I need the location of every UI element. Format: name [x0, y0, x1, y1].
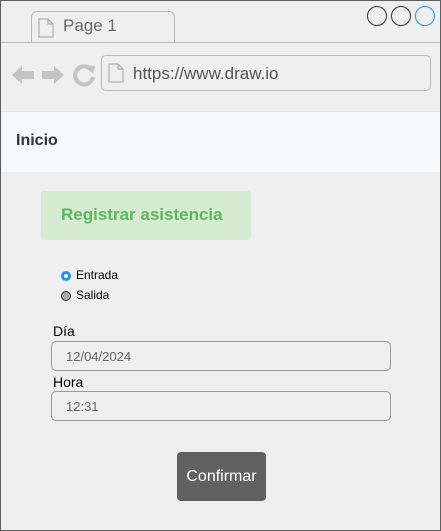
tab-title: Page 1 [63, 16, 117, 35]
document-icon [38, 18, 54, 38]
time-value: 12:31 [66, 399, 99, 414]
radio-label-salida: Salida [76, 288, 110, 302]
section-title: Registrar asistencia [61, 205, 223, 224]
day-label: Día [53, 323, 75, 339]
day-value: 12/04/2024 [66, 349, 132, 364]
radio-label-entrada: Entrada [76, 268, 119, 282]
time-field[interactable]: 12:31 [51, 391, 391, 421]
browser-tab[interactable]: Page 1 [31, 11, 175, 42]
section-banner: Registrar asistencia [41, 191, 251, 240]
browser-tab-strip: Page 1 [1, 1, 440, 43]
page-title: Inicio [16, 132, 58, 149]
radio-entrada[interactable] [61, 271, 71, 281]
document-icon [108, 63, 124, 83]
confirm-button[interactable]: Confirmar [177, 452, 266, 501]
window-control-button[interactable] [415, 6, 435, 26]
back-arrow-icon[interactable] [11, 63, 35, 87]
url-text: https://www.draw.io [133, 64, 279, 83]
window-control-button[interactable] [391, 6, 411, 26]
app-frame: Page 1 https://www.draw.io Inicio Regist… [0, 0, 441, 531]
radio-salida[interactable] [61, 291, 71, 301]
time-label: Hora [53, 374, 84, 390]
address-bar[interactable]: https://www.draw.io [101, 55, 431, 91]
refresh-icon[interactable] [72, 63, 96, 87]
page-header: Inicio [1, 111, 440, 172]
day-field[interactable]: 12/04/2024 [51, 341, 391, 371]
forward-arrow-icon[interactable] [41, 63, 65, 87]
window-control-button[interactable] [367, 6, 387, 26]
